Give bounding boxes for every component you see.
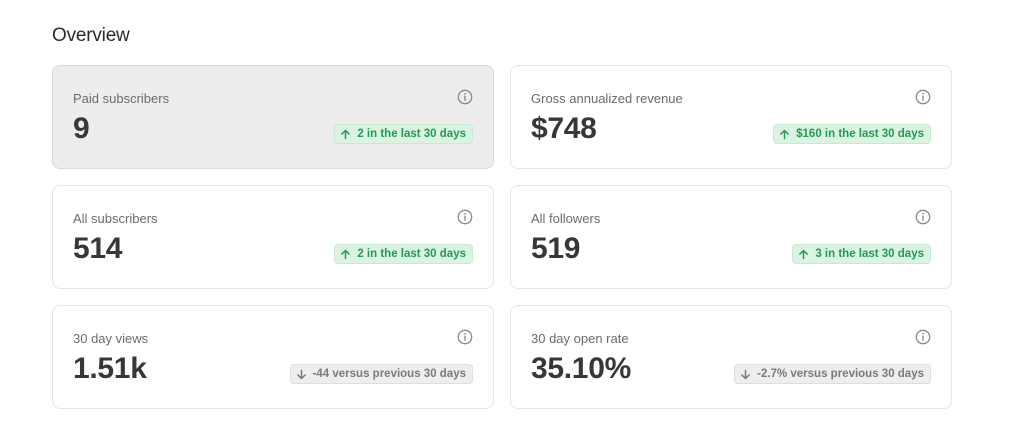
change-badge: $160 in the last 30 days xyxy=(773,124,931,144)
info-icon[interactable] xyxy=(456,88,473,105)
stat-card-gross-annualized-revenue[interactable]: Gross annualized revenue $748 $160 in th… xyxy=(510,65,952,169)
stat-value: 519 xyxy=(531,232,581,265)
info-icon[interactable] xyxy=(456,208,473,225)
change-badge: -2.7% versus previous 30 days xyxy=(734,364,931,384)
change-text: 3 in the last 30 days xyxy=(815,248,924,260)
stat-value: 9 xyxy=(73,112,90,145)
overview-page: Overview Paid subscribers 9 2 in the las… xyxy=(0,0,1029,435)
change-text: -2.7% versus previous 30 days xyxy=(757,368,924,380)
change-badge: 3 in the last 30 days xyxy=(792,244,931,264)
change-badge: 2 in the last 30 days xyxy=(334,244,473,264)
stat-card-30-day-open-rate[interactable]: 30 day open rate 35.10% -2.7% versus pre… xyxy=(510,305,952,409)
arrow-up-icon xyxy=(798,249,809,260)
stat-label: All followers xyxy=(531,211,601,226)
change-text: -44 versus previous 30 days xyxy=(312,368,466,380)
info-icon[interactable] xyxy=(456,328,473,345)
section-title: Overview xyxy=(52,25,130,46)
info-icon[interactable] xyxy=(914,208,931,225)
stat-card-all-subscribers[interactable]: All subscribers 514 2 in the last 30 day… xyxy=(52,185,494,289)
change-text: 2 in the last 30 days xyxy=(357,248,466,260)
stat-card-30-day-views[interactable]: 30 day views 1.51k -44 versus previous 3… xyxy=(52,305,494,409)
change-text: $160 in the last 30 days xyxy=(796,128,924,140)
arrow-up-icon xyxy=(340,249,351,260)
stat-card-all-followers[interactable]: All followers 519 3 in the last 30 days xyxy=(510,185,952,289)
stat-label: 30 day open rate xyxy=(531,331,629,346)
arrow-up-icon xyxy=(340,129,351,140)
change-badge: 2 in the last 30 days xyxy=(334,124,473,144)
stat-label: Gross annualized revenue xyxy=(531,91,683,106)
change-badge: -44 versus previous 30 days xyxy=(289,364,473,384)
stat-card-paid-subscribers[interactable]: Paid subscribers 9 2 in the last 30 days xyxy=(52,65,494,169)
arrow-down-icon xyxy=(740,369,751,380)
stat-label: Paid subscribers xyxy=(73,91,170,106)
stats-grid: Paid subscribers 9 2 in the last 30 days… xyxy=(52,65,952,409)
stat-value: 35.10% xyxy=(531,352,631,385)
arrow-up-icon xyxy=(779,129,790,140)
stat-value: $748 xyxy=(531,112,597,145)
stat-value: 514 xyxy=(73,232,123,265)
info-icon[interactable] xyxy=(914,328,931,345)
stat-value: 1.51k xyxy=(73,352,147,385)
arrow-down-icon xyxy=(296,369,307,380)
info-icon[interactable] xyxy=(914,88,931,105)
stat-label: 30 day views xyxy=(73,331,149,346)
change-text: 2 in the last 30 days xyxy=(357,128,466,140)
stat-label: All subscribers xyxy=(73,211,158,226)
